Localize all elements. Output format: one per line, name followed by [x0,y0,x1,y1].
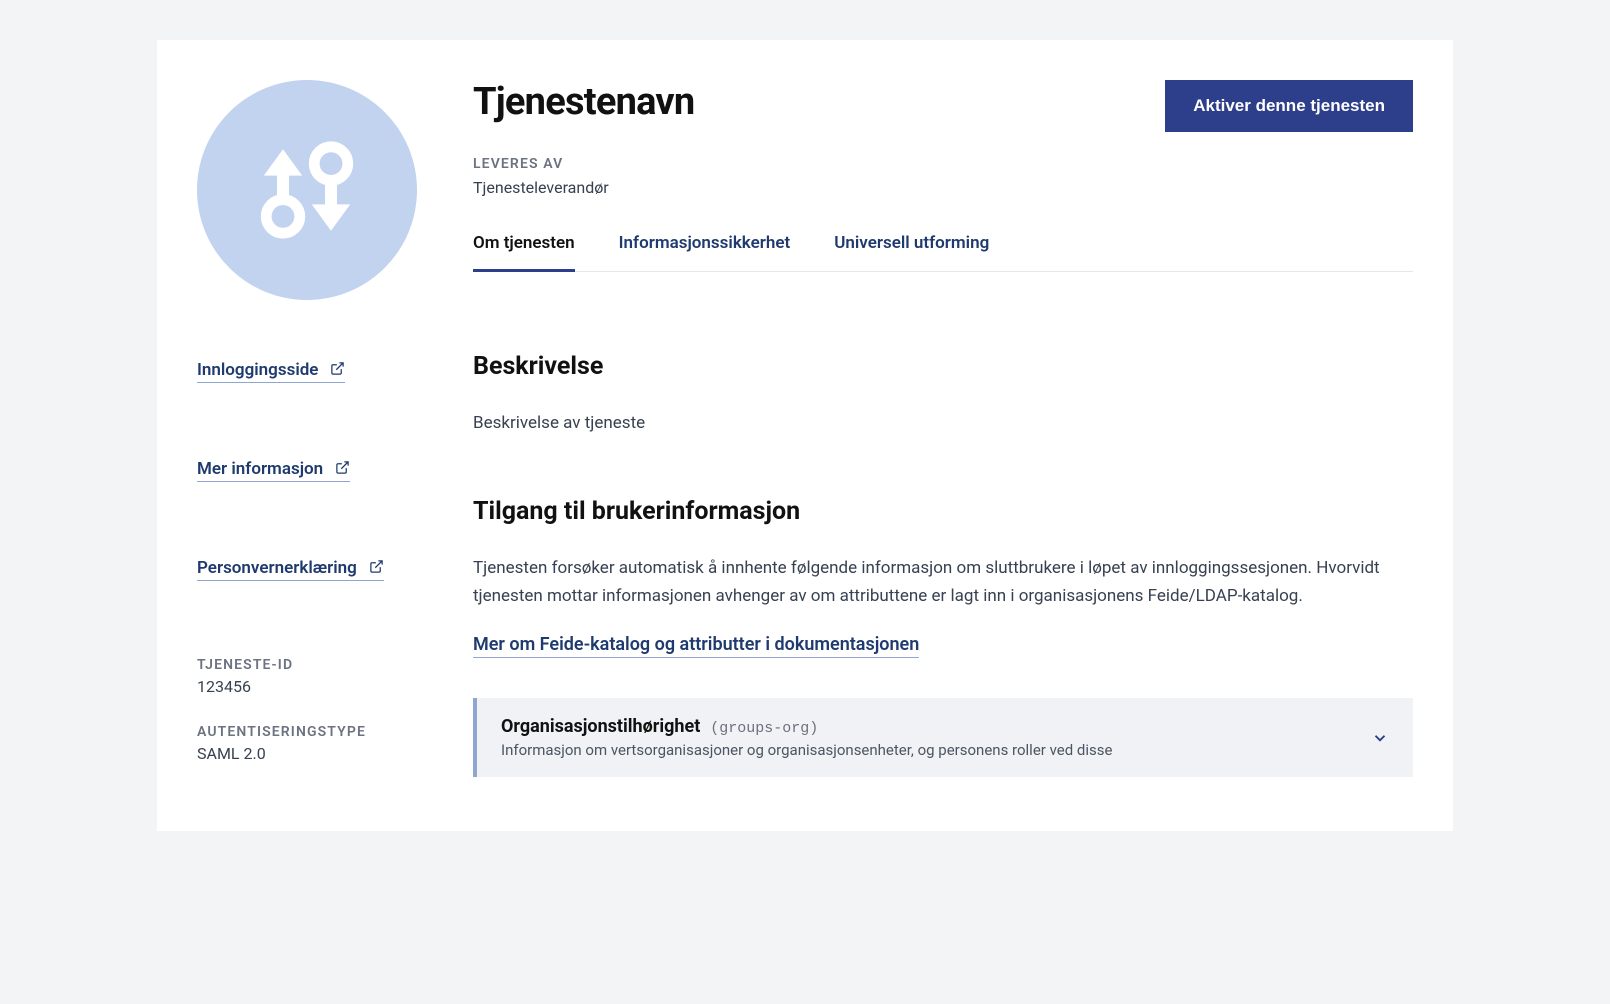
tabs: Om tjenesten Informasjonssikkerhet Unive… [473,233,1413,272]
link-label: Innloggingsside [197,360,318,380]
description-heading: Beskrivelse [473,352,1413,381]
external-link-icon [369,559,384,574]
access-heading: Tilgang til brukerinformasjon [473,497,1413,526]
accordion-org-groups[interactable]: Organisasjonstilhørighet (groups-org) In… [473,698,1413,777]
docs-link[interactable]: Mer om Feide-katalog og attributter i do… [473,634,919,658]
accordion-code: (groups-org) [710,720,818,737]
login-page-link[interactable]: Innloggingsside [197,360,345,383]
tab-universal[interactable]: Universell utforming [834,233,989,272]
auth-type-label: AUTENTISERINGSTYPE [197,724,417,740]
link-label: Personvernerklæring [197,558,357,578]
external-link-icon [335,460,350,475]
service-card: Innloggingsside Mer informasjon [157,40,1453,831]
activate-button[interactable]: Aktiver denne tjenesten [1165,80,1413,132]
service-id-value: 123456 [197,677,417,696]
accordion-desc: Informasjon om vertsorganisasjoner og or… [501,741,1371,759]
service-logo [197,80,417,300]
link-label: Mer informasjon [197,459,323,479]
external-link-icon [330,361,345,376]
more-info-link[interactable]: Mer informasjon [197,459,350,482]
service-id-label: TJENESTE-ID [197,657,417,673]
header-row: Tjenestenavn Aktiver denne tjenesten [473,80,1413,132]
accordion-content: Organisasjonstilhørighet (groups-org) In… [501,716,1371,759]
arrows-icon [247,130,367,250]
access-text: Tjenesten forsøker automatisk å innhente… [473,554,1413,610]
provider-value: Tjenesteleverandør [473,178,1413,197]
description-text: Beskrivelse av tjeneste [473,409,1413,437]
provider-label: LEVERES AV [473,156,1413,172]
tab-about[interactable]: Om tjenesten [473,233,575,272]
privacy-link[interactable]: Personvernerklæring [197,558,384,581]
page-title: Tjenestenavn [473,80,694,124]
tab-infosec[interactable]: Informasjonssikkerhet [619,233,791,272]
accordion-title: Organisasjonstilhørighet [501,716,700,737]
sidebar: Innloggingsside Mer informasjon [197,80,417,791]
auth-type-value: SAML 2.0 [197,744,417,763]
main-content: Tjenestenavn Aktiver denne tjenesten LEV… [473,80,1413,791]
chevron-down-icon [1371,729,1389,747]
